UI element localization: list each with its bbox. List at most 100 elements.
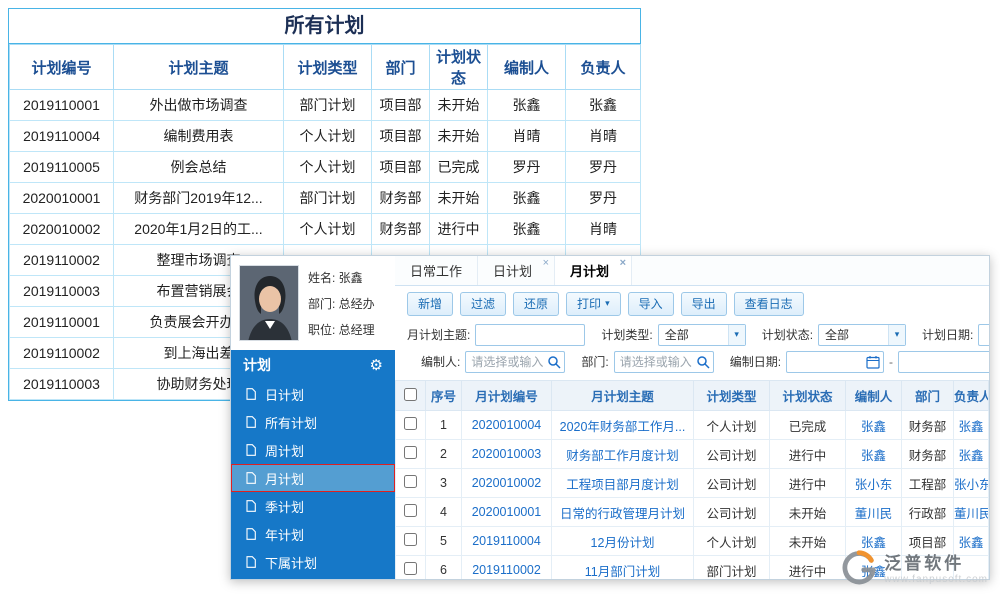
- gear-icon[interactable]: ⚙: [370, 356, 383, 374]
- document-icon: [246, 528, 256, 540]
- plan-row[interactable]: 2020010001 财务部门2019年12... 部门计划 财务部 未开始 张…: [10, 183, 641, 214]
- owner-link[interactable]: 张鑫: [954, 440, 989, 469]
- plan-owner-cell: 肖晴: [566, 121, 641, 152]
- row-checkbox[interactable]: [404, 562, 417, 575]
- monthly-plan-row[interactable]: 4 2020010001 日常的行政管理月计划 公司计划 未开始 董川民 行政部…: [396, 498, 989, 527]
- plan-number-link[interactable]: 2019110002: [462, 556, 552, 580]
- compiler-link[interactable]: 张鑫: [846, 411, 902, 440]
- select-all-checkbox[interactable]: [404, 388, 417, 401]
- plan-subject-link[interactable]: 日常的行政管理月计划: [552, 498, 694, 527]
- owner-link[interactable]: 张小东: [954, 469, 989, 498]
- tab[interactable]: 月计划 ×: [555, 256, 632, 285]
- toolbar-button[interactable]: 导入 ▾: [628, 292, 674, 316]
- plan-type-value: 全部: [665, 326, 689, 343]
- plan-dept-cell: 财务部: [372, 214, 430, 245]
- profile-info: 姓名: 张鑫 部门: 总经办 职位: 总经理: [308, 265, 375, 341]
- plan-row[interactable]: 2019110001 外出做市场调查 部门计划 项目部 未开始 张鑫 张鑫: [10, 90, 641, 121]
- subject-filter-label: 月计划主题:: [407, 326, 470, 343]
- row-checkbox[interactable]: [404, 475, 417, 488]
- plan-compiler-cell: 肖晴: [488, 121, 566, 152]
- plan-owner-cell: 肖晴: [566, 214, 641, 245]
- plan-row[interactable]: 2019110004 编制费用表 个人计划 项目部 未开始 肖晴 肖晴: [10, 121, 641, 152]
- sidebar-item[interactable]: 月计划: [231, 464, 395, 492]
- owner-link[interactable]: 张鑫: [954, 411, 989, 440]
- plan-subject-link[interactable]: 2020年财务部工作月...: [552, 411, 694, 440]
- search-icon[interactable]: [696, 355, 710, 369]
- toolbar-button[interactable]: 导出 ▾: [681, 292, 727, 316]
- tab[interactable]: 日常工作 ×: [395, 256, 478, 285]
- plan-type-cell: 个人计划: [284, 152, 372, 183]
- caret-down-icon: ▾: [605, 298, 610, 309]
- toolbar-button[interactable]: 查看日志 ▾: [734, 292, 804, 316]
- column-header: 负责人: [954, 381, 989, 411]
- sidebar-item[interactable]: 日计划: [231, 380, 395, 408]
- sidebar-item[interactable]: 所有计划: [231, 408, 395, 436]
- sidebar: 姓名: 张鑫 部门: 总经办 职位: 总经理 计划 ⚙: [231, 256, 395, 579]
- plan-subject-link[interactable]: 财务部工作月度计划: [552, 440, 694, 469]
- plan-type-cell: 部门计划: [284, 183, 372, 214]
- plan-number-link[interactable]: 2020010002: [462, 469, 552, 498]
- monthly-plan-row[interactable]: 3 2020010002 工程项目部月度计划 公司计划 进行中 张小东 工程部 …: [396, 469, 989, 498]
- desktop: 所有计划 计划编号 计划主题 计划类型 部门 计划状态: [0, 0, 1000, 600]
- plan-type-cell: 公司计划: [694, 498, 770, 527]
- plan-date-filter-label: 计划日期:: [922, 326, 973, 343]
- sidebar-item[interactable]: 季计划: [231, 492, 395, 520]
- row-checkbox[interactable]: [404, 533, 417, 546]
- owner-link[interactable]: 董川民: [954, 498, 989, 527]
- row-checkbox[interactable]: [404, 417, 417, 430]
- monthly-plan-row[interactable]: 1 2020010004 2020年财务部工作月... 个人计划 已完成 张鑫 …: [396, 411, 989, 440]
- row-checkbox[interactable]: [404, 446, 417, 459]
- toolbar-button[interactable]: 还原 ▾: [513, 292, 559, 316]
- monthly-plan-row[interactable]: 2 2020010003 财务部工作月度计划 公司计划 进行中 张鑫 财务部 张…: [396, 440, 989, 469]
- plan-number-link[interactable]: 2020010004: [462, 411, 552, 440]
- calendar-icon[interactable]: [866, 355, 880, 369]
- document-icon: [246, 472, 256, 484]
- dept-cell: 财务部: [902, 411, 954, 440]
- close-icon[interactable]: ×: [543, 257, 549, 269]
- search-icon[interactable]: [547, 355, 561, 369]
- tab[interactable]: 日计划 ×: [478, 256, 555, 285]
- toolbar-button[interactable]: 过滤 ▾: [460, 292, 506, 316]
- type-filter-label: 计划类型:: [601, 326, 652, 343]
- plan-number-link[interactable]: 2020010003: [462, 440, 552, 469]
- subject-filter-input[interactable]: [475, 324, 585, 346]
- main-panel: 日常工作 × 日计划 × 月计划 ×: [395, 256, 989, 579]
- plan-status-cell: 未开始: [430, 90, 488, 121]
- close-icon[interactable]: ×: [620, 257, 626, 269]
- plan-subject-link[interactable]: 11月部门计划: [552, 556, 694, 580]
- toolbar: 新增 ▾ 过滤 ▾ 还原 ▾ 打印 ▾: [395, 286, 989, 321]
- row-checkbox[interactable]: [404, 504, 417, 517]
- toolbar-button-label: 过滤: [471, 295, 495, 312]
- plan-row[interactable]: 2020010002 2020年1月2日的工... 个人计划 财务部 进行中 张…: [10, 214, 641, 245]
- plan-type-cell: 个人计划: [284, 214, 372, 245]
- profile-name: 姓名: 张鑫: [308, 269, 375, 286]
- compiler-link[interactable]: 张小东: [846, 469, 902, 498]
- plan-subject-cell: 例会总结: [114, 152, 284, 183]
- toolbar-button[interactable]: 新增 ▾: [407, 292, 453, 316]
- checkbox-cell: [396, 411, 426, 440]
- plan-type-cell: 个人计划: [694, 527, 770, 556]
- tab-label: 日计划: [493, 261, 532, 280]
- plan-id-cell: 2019110002: [10, 245, 114, 276]
- plan-row[interactable]: 2019110005 例会总结 个人计划 项目部 已完成 罗丹 罗丹: [10, 152, 641, 183]
- compiler-link[interactable]: 董川民: [846, 498, 902, 527]
- plan-owner-cell: 罗丹: [566, 183, 641, 214]
- plan-type-select[interactable]: 全部 ▾: [658, 324, 746, 346]
- plan-number-link[interactable]: 2019110004: [462, 527, 552, 556]
- plan-subject-cell: 编制费用表: [114, 121, 284, 152]
- column-header: 负责人: [566, 45, 641, 90]
- plan-date-input[interactable]: [978, 324, 989, 346]
- compiler-link[interactable]: 张鑫: [846, 440, 902, 469]
- toolbar-button[interactable]: 打印 ▾: [566, 292, 621, 316]
- sidebar-item[interactable]: 年计划: [231, 520, 395, 548]
- sidebar-item[interactable]: 下属计划: [231, 548, 395, 576]
- plan-status-cell: 进行中: [770, 440, 846, 469]
- compile-date-end-input[interactable]: [898, 351, 989, 373]
- fanpu-logo-icon: [840, 548, 878, 586]
- plan-subject-link[interactable]: 12月份计划: [552, 527, 694, 556]
- sidebar-item[interactable]: 周计划: [231, 436, 395, 464]
- plan-subject-link[interactable]: 工程项目部月度计划: [552, 469, 694, 498]
- seq-cell: 1: [426, 411, 462, 440]
- plan-number-link[interactable]: 2020010001: [462, 498, 552, 527]
- plan-status-select[interactable]: 全部 ▾: [818, 324, 906, 346]
